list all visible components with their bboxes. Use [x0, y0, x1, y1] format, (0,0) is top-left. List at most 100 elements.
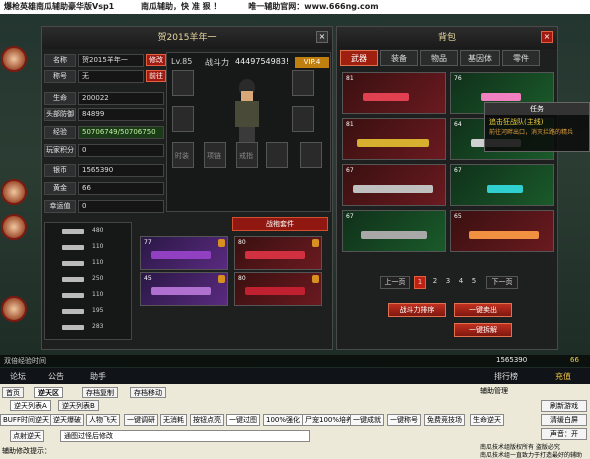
sound-toggle-button[interactable]: 声音：开 — [541, 428, 587, 440]
gun-icon — [151, 287, 211, 295]
side-title: 辅助管理 — [480, 387, 508, 395]
gene-slot[interactable] — [300, 142, 322, 168]
page-1[interactable]: 1 — [414, 276, 426, 289]
fashion-slot[interactable]: 时装 — [172, 142, 194, 168]
tab-equipment[interactable]: 装备 — [380, 50, 418, 66]
no-cost-button[interactable]: 无消耗 — [160, 414, 187, 426]
page-5[interactable]: 5 — [469, 276, 479, 289]
hero-avatar-1[interactable] — [1, 46, 27, 72]
mode-input[interactable]: 通图过怪后修改 — [60, 430, 310, 442]
close-icon[interactable]: × — [316, 31, 328, 43]
close-icon[interactable]: × — [541, 31, 553, 43]
nav-ranking[interactable]: 排行榜 — [494, 371, 518, 382]
page-4[interactable]: 4 — [456, 276, 466, 289]
hero-avatar-3[interactable] — [1, 214, 27, 240]
weapon-row[interactable]: 110 — [62, 242, 132, 254]
tab-weapons[interactable]: 武器 — [340, 50, 378, 66]
nav-notice[interactable]: 公告 — [48, 371, 64, 382]
research-button[interactable]: 一键调研 — [124, 414, 158, 426]
level-text: Lv.85 — [171, 57, 193, 66]
equipped-weapon-slot[interactable]: 77 — [140, 236, 228, 270]
stat-value: 0 — [78, 200, 164, 213]
tab-items[interactable]: 物品 — [420, 50, 458, 66]
bag-item[interactable]: 65 — [450, 210, 554, 252]
title-button[interactable]: 一键称号 — [387, 414, 421, 426]
equipped-weapon-slot[interactable]: 80 — [234, 272, 322, 306]
clear-cache-button[interactable]: 清缓白屏 — [541, 414, 587, 426]
task-title: 任务 — [485, 103, 589, 115]
helmet-slot[interactable] — [292, 70, 314, 96]
gun-icon — [62, 309, 84, 314]
enhance-button[interactable]: 100%强化 — [263, 414, 304, 426]
life-button[interactable]: 生命逆天 — [470, 414, 504, 426]
lock-icon — [218, 275, 225, 283]
weapon-row[interactable]: 195 — [62, 306, 132, 318]
bag-item[interactable]: 81 — [342, 72, 446, 114]
nav-forum[interactable]: 论坛 — [10, 371, 26, 382]
app-site: 唯一辅助官网：www.666ng.com — [248, 2, 379, 11]
sort-power-button[interactable]: 战斗力排序 — [388, 303, 446, 317]
weapon-count: 283 — [92, 323, 104, 330]
sell-all-button[interactable]: 一键卖出 — [454, 303, 512, 317]
game-area[interactable]: 贺2015羊年一 × 名称 贺2015羊年一 修改 称号 无 前往 生命 200… — [0, 14, 590, 382]
bag-item[interactable]: 67 — [342, 210, 446, 252]
prev-page-button[interactable]: 上一页 — [380, 276, 410, 289]
tab-home[interactable]: 首页 — [2, 387, 24, 398]
blast-button[interactable]: 逆天爆破 — [50, 414, 84, 426]
pet-train-button[interactable]: 尸宠100%培养 — [302, 414, 357, 426]
stat-value: 1565390 — [78, 164, 164, 177]
achievement-button[interactable]: 一键成就 — [350, 414, 384, 426]
mode-label[interactable]: 点射逆天 — [10, 430, 44, 442]
tab-nitian[interactable]: 逆天区 — [34, 387, 63, 398]
next-page-button[interactable]: 下一页 — [486, 276, 518, 289]
weapon-count: 110 — [92, 243, 104, 250]
tab-genes[interactable]: 基因体 — [460, 50, 500, 66]
equipped-weapon-slot[interactable]: 45 — [140, 272, 228, 306]
task-popup[interactable]: 任务 追击狂战队(主线) 前往河畔出口，消灭拦路的精兵 — [484, 102, 590, 152]
rename-button[interactable]: 修改 — [146, 54, 166, 66]
page-3[interactable]: 3 — [443, 276, 453, 289]
bag-item[interactable]: 67 — [342, 164, 446, 206]
equipped-weapon-slot[interactable]: 80 — [234, 236, 322, 270]
tab-save-copy[interactable]: 存档复制 — [82, 387, 118, 398]
medal-slot[interactable] — [266, 142, 288, 168]
tab-parts[interactable]: 零件 — [502, 50, 540, 66]
goto-title-button[interactable]: 前往 — [146, 70, 166, 82]
suit-button[interactable]: 战袍套件 — [232, 217, 328, 231]
nav-recharge[interactable]: 充值 — [555, 371, 571, 382]
refresh-game-button[interactable]: 刷新游戏 — [541, 400, 587, 412]
gun-icon — [357, 139, 429, 147]
buff-time-button[interactable]: BUFF时间逆天 — [0, 414, 52, 426]
weapon-row[interactable]: 250 — [62, 274, 132, 286]
bag-item[interactable]: 81 — [342, 118, 446, 160]
light-button[interactable]: 按钮点亮 — [190, 414, 224, 426]
armor-slot[interactable] — [172, 70, 194, 96]
pants-slot[interactable] — [172, 106, 194, 132]
stat-label: 头部防御 — [44, 108, 76, 121]
stat-label: 称号 — [44, 70, 76, 83]
boots-slot[interactable] — [292, 106, 314, 132]
bag-title: 背包 — [337, 27, 557, 49]
necklace-slot[interactable]: 项链 — [204, 142, 226, 168]
gun-icon — [245, 251, 305, 259]
tab-list-b[interactable]: 逆天列表B — [58, 400, 99, 411]
weapon-row[interactable]: 110 — [62, 290, 132, 302]
dismantle-all-button[interactable]: 一键拆解 — [454, 323, 512, 337]
weapon-row[interactable]: 283 — [62, 322, 132, 334]
pass-map-button[interactable]: 一键过图 — [226, 414, 260, 426]
lock-icon — [218, 239, 225, 247]
fly-button[interactable]: 人物飞天 — [86, 414, 120, 426]
page-2[interactable]: 2 — [430, 276, 440, 289]
bag-item[interactable]: 67 — [450, 164, 554, 206]
weapon-row[interactable]: 480 — [62, 226, 132, 238]
gun-icon — [62, 277, 84, 282]
arena-button[interactable]: 免费竞技场 — [424, 414, 465, 426]
nav-helper[interactable]: 助手 — [90, 371, 106, 382]
weapon-row[interactable]: 110 — [62, 258, 132, 270]
hero-avatar-2[interactable] — [1, 179, 27, 205]
tab-list-a[interactable]: 逆天列表A — [10, 400, 51, 411]
hero-avatar-4[interactable] — [1, 296, 27, 322]
ring-slot[interactable]: 戒指 — [236, 142, 258, 168]
tab-save-move[interactable]: 存档移动 — [130, 387, 166, 398]
exp-bar: 双倍经验时间 1565390 66 — [0, 355, 590, 367]
